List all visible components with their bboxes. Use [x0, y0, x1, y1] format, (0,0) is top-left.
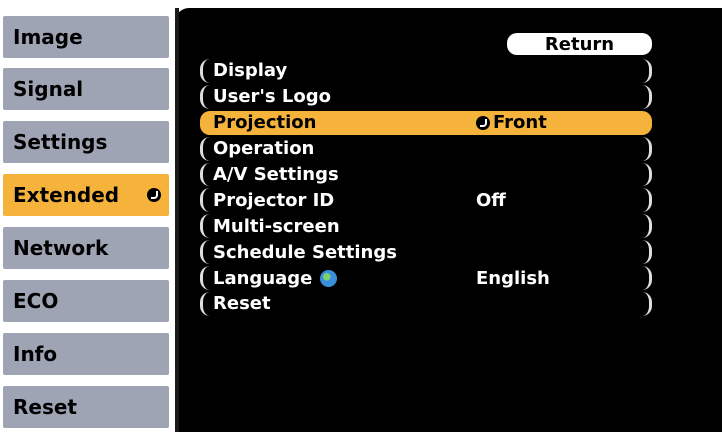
- panel-divider: [175, 8, 179, 432]
- tab-network[interactable]: Network: [3, 227, 169, 269]
- menu-item-projection[interactable]: Projection Front: [200, 110, 652, 136]
- tab-label: Network: [13, 236, 109, 260]
- enter-icon: [147, 188, 161, 202]
- menu-item-language[interactable]: Language English: [200, 265, 652, 291]
- globe-icon: [320, 269, 338, 287]
- item-value-text: Front: [493, 112, 547, 134]
- tab-label: Settings: [13, 130, 108, 154]
- menu-item-operation[interactable]: Operation: [200, 136, 652, 162]
- tab-settings[interactable]: Settings: [3, 121, 169, 163]
- return-label: Return: [544, 33, 615, 55]
- item-label: Reset: [213, 293, 271, 315]
- item-label: Projector ID: [213, 189, 335, 211]
- item-label: A/V Settings: [213, 164, 339, 185]
- menu-item-users-logo[interactable]: User's Logo: [200, 84, 652, 110]
- item-label: Schedule Settings: [213, 241, 397, 263]
- tab-reset[interactable]: Reset: [3, 386, 169, 428]
- tab-info[interactable]: Info: [3, 333, 169, 375]
- item-value: Front: [476, 112, 547, 133]
- item-label: Operation: [213, 138, 315, 160]
- menu-item-schedule-settings[interactable]: Schedule Settings: [200, 239, 652, 265]
- extended-menu: Display User's Logo Projection Front Oper…: [200, 58, 652, 317]
- return-button[interactable]: Return: [507, 33, 652, 55]
- enter-icon: [476, 115, 490, 130]
- item-label-text: Language: [213, 267, 313, 289]
- tab-label: Info: [13, 342, 58, 366]
- item-label: Projection: [213, 112, 317, 134]
- tab-signal[interactable]: Signal: [3, 68, 169, 110]
- menu-item-multi-screen[interactable]: Multi-screen: [200, 213, 652, 239]
- tab-extended[interactable]: Extended: [3, 174, 169, 216]
- item-label: Language: [213, 267, 338, 289]
- item-value: English: [476, 267, 550, 289]
- menu-item-projector-id[interactable]: Projector ID Off: [200, 187, 652, 213]
- tab-label: ECO: [13, 289, 59, 313]
- item-label: User's Logo: [213, 86, 331, 108]
- tab-eco[interactable]: ECO: [3, 280, 169, 322]
- tab-label: Reset: [13, 395, 77, 419]
- menu-item-reset[interactable]: Reset: [200, 291, 652, 317]
- item-value: Off: [476, 189, 506, 211]
- menu-tabs: Image Signal Settings Extended Network E…: [0, 16, 175, 440]
- tab-label: Extended: [13, 183, 120, 207]
- item-label: Display: [213, 60, 288, 82]
- item-label: Multi-screen: [213, 215, 340, 237]
- tab-label: Image: [13, 25, 83, 49]
- tab-label: Signal: [13, 77, 84, 101]
- tab-image[interactable]: Image: [3, 16, 169, 58]
- menu-item-display[interactable]: Display: [200, 58, 652, 84]
- menu-item-av-settings[interactable]: A/V Settings: [200, 162, 652, 188]
